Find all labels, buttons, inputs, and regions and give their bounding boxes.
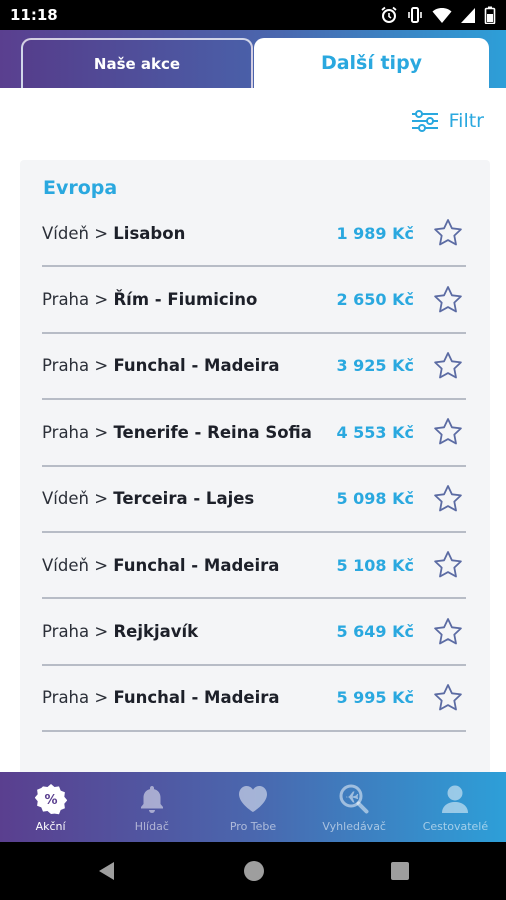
list-item[interactable]: Praha > Tenerife - Reina Sofia 4 553 Kč bbox=[42, 400, 466, 467]
nav-label: Hlídač bbox=[134, 820, 169, 833]
list-item[interactable]: Praha > Funchal - Madeira 5 995 Kč bbox=[42, 666, 466, 733]
price: 4 553 Kč bbox=[336, 422, 414, 442]
tab-label: Naše akce bbox=[93, 55, 181, 73]
route: Vídeň > Terceira - Lajes bbox=[42, 489, 254, 508]
tab-dalsi-tipy[interactable]: Další tipy bbox=[254, 38, 489, 88]
route: Praha > Funchal - Madeira bbox=[42, 356, 280, 375]
route-separator: > bbox=[89, 622, 114, 642]
tab-label: Další tipy bbox=[320, 52, 423, 74]
tabs-header: Naše akce Další tipy bbox=[0, 30, 506, 88]
filter-button[interactable]: Filtr bbox=[411, 110, 484, 132]
star-icon[interactable] bbox=[432, 350, 464, 382]
route-separator: > bbox=[89, 422, 114, 442]
price: 5 098 Kč bbox=[336, 489, 414, 509]
destination-city: Funchal - Madeira bbox=[113, 688, 280, 708]
sliders-icon bbox=[411, 110, 438, 132]
destination-city: Rejkjavík bbox=[113, 622, 199, 642]
origin-city: Vídeň bbox=[42, 223, 89, 243]
signal-icon bbox=[461, 8, 475, 23]
star-icon[interactable] bbox=[432, 217, 464, 249]
route: Praha > Tenerife - Reina Sofia bbox=[42, 423, 312, 442]
list-item[interactable]: Praha > Rejkjavík 5 649 Kč bbox=[42, 599, 466, 666]
nav-item-akcni[interactable]: % Akční bbox=[0, 772, 101, 842]
origin-city: Praha bbox=[42, 688, 90, 708]
price: 5 995 Kč bbox=[336, 688, 414, 708]
star-icon[interactable] bbox=[432, 483, 464, 515]
price: 1 989 Kč bbox=[336, 223, 414, 243]
home-icon[interactable] bbox=[242, 859, 266, 883]
origin-city: Praha bbox=[42, 422, 90, 442]
recents-icon[interactable] bbox=[390, 861, 410, 881]
alarm-icon bbox=[381, 6, 397, 23]
deal-list: Vídeň > Lisabon 1 989 Kč Praha > Řím - F… bbox=[42, 201, 466, 733]
destination-city: Řím - Fiumicino bbox=[113, 290, 258, 310]
status-time: 11:18 bbox=[10, 6, 58, 24]
section-title: Evropa bbox=[43, 177, 118, 199]
nav-item-pro-tebe[interactable]: Pro Tebe bbox=[202, 772, 303, 842]
list-item[interactable]: Praha > Řím - Fiumicino 2 650 Kč bbox=[42, 267, 466, 334]
star-icon[interactable] bbox=[432, 416, 464, 448]
star-icon[interactable] bbox=[432, 616, 464, 648]
price: 3 925 Kč bbox=[336, 356, 414, 376]
destination-city: Tenerife - Reina Sofia bbox=[113, 422, 312, 442]
route-separator: > bbox=[89, 290, 114, 310]
vibrate-icon bbox=[408, 7, 422, 23]
price: 5 649 Kč bbox=[336, 622, 414, 642]
list-item[interactable]: Vídeň > Funchal - Madeira 5 108 Kč bbox=[42, 533, 466, 600]
bottom-nav: % Akční Hlídač Pro Tebe Vyhledávač Cesto… bbox=[0, 772, 506, 842]
destination-city: Funchal - Madeira bbox=[113, 356, 280, 376]
route-separator: > bbox=[89, 356, 114, 376]
percent-badge-icon: % bbox=[34, 782, 68, 816]
wifi-icon bbox=[432, 8, 452, 23]
heart-icon bbox=[236, 782, 270, 816]
system-nav-bar bbox=[0, 842, 506, 900]
status-bar: 11:18 bbox=[0, 0, 506, 30]
destination-city: Lisabon bbox=[113, 223, 186, 243]
origin-city: Praha bbox=[42, 356, 90, 376]
destination-city: Funchal - Madeira bbox=[113, 555, 280, 575]
nav-label: Pro Tebe bbox=[229, 820, 277, 833]
origin-city: Vídeň bbox=[42, 489, 89, 509]
origin-city: Praha bbox=[42, 622, 90, 642]
nav-item-vyhledavac[interactable]: Vyhledávač bbox=[304, 772, 405, 842]
price: 5 108 Kč bbox=[336, 555, 414, 575]
svg-text:%: % bbox=[44, 793, 57, 808]
route: Praha > Řím - Fiumicino bbox=[42, 290, 257, 309]
filter-label: Filtr bbox=[448, 110, 484, 132]
nav-item-cestovatele[interactable]: Cestovatelé bbox=[405, 772, 506, 842]
status-icons bbox=[380, 6, 496, 24]
route-separator: > bbox=[88, 223, 114, 243]
bell-icon bbox=[135, 782, 169, 816]
route-separator: > bbox=[88, 489, 114, 509]
route: Praha > Rejkjavík bbox=[42, 622, 198, 641]
destination-city: Terceira - Lajes bbox=[113, 489, 255, 509]
list-item[interactable]: Vídeň > Lisabon 1 989 Kč bbox=[42, 201, 466, 268]
list-item[interactable]: Praha > Funchal - Madeira 3 925 Kč bbox=[42, 334, 466, 401]
route-separator: > bbox=[88, 555, 114, 575]
origin-city: Praha bbox=[42, 290, 90, 310]
person-icon bbox=[438, 782, 472, 816]
star-icon[interactable] bbox=[432, 549, 464, 581]
origin-city: Vídeň bbox=[42, 555, 89, 575]
star-icon[interactable] bbox=[432, 682, 464, 714]
nav-label: Vyhledávač bbox=[322, 820, 386, 833]
tab-nase-akce[interactable]: Naše akce bbox=[21, 38, 253, 88]
price: 2 650 Kč bbox=[336, 290, 414, 310]
star-icon[interactable] bbox=[432, 284, 464, 316]
battery-icon bbox=[484, 6, 496, 24]
nav-label: Cestovatelé bbox=[422, 820, 489, 833]
back-icon[interactable] bbox=[96, 860, 116, 882]
route: Praha > Funchal - Madeira bbox=[42, 688, 280, 707]
deals-card: Evropa Vídeň > Lisabon 1 989 Kč Praha > … bbox=[20, 160, 490, 780]
search-plane-icon bbox=[337, 782, 371, 816]
route: Vídeň > Lisabon bbox=[42, 224, 185, 243]
nav-item-hlidac[interactable]: Hlídač bbox=[101, 772, 202, 842]
route-separator: > bbox=[89, 688, 114, 708]
list-item[interactable]: Vídeň > Terceira - Lajes 5 098 Kč bbox=[42, 467, 466, 533]
route: Vídeň > Funchal - Madeira bbox=[42, 556, 279, 575]
nav-label: Akční bbox=[35, 820, 66, 833]
